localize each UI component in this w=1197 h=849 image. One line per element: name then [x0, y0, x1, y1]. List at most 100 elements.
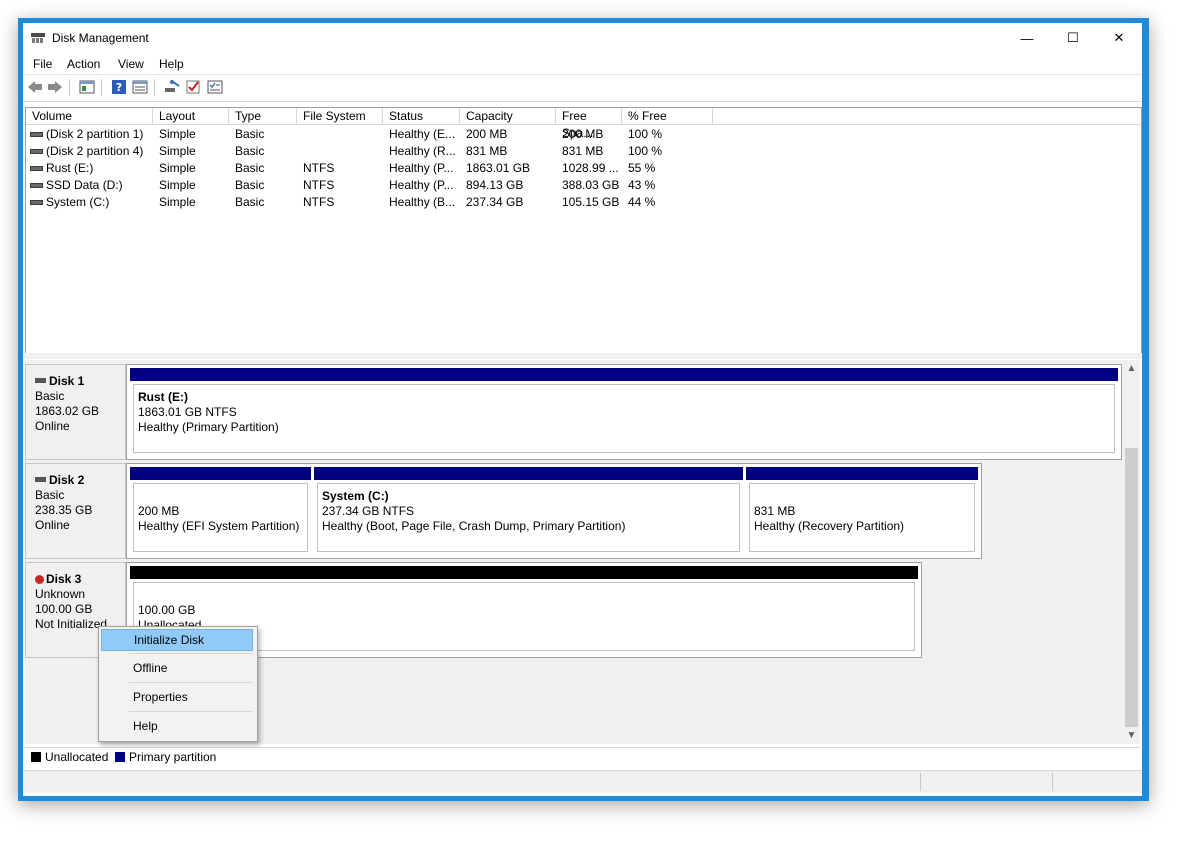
close-button[interactable]: ✕ — [1096, 23, 1142, 53]
cell-volume: Rust (E:) — [46, 161, 94, 175]
menu-item-initialize-disk[interactable]: Initialize Disk — [101, 629, 253, 651]
menu-separator — [129, 711, 253, 712]
cell-status: Healthy (P... — [389, 178, 454, 192]
menu-action[interactable]: Action — [67, 57, 100, 71]
cell-volume: SSD Data (D:) — [46, 178, 123, 192]
cell-status: Healthy (E... — [389, 127, 456, 141]
toolbar-separator — [69, 79, 70, 96]
unallocated-bar — [130, 566, 918, 579]
pane-splitter[interactable] — [23, 353, 1142, 359]
window-title: Disk Management — [52, 31, 149, 45]
disk-2-label[interactable]: Disk 2 Basic 238.35 GB Online — [25, 463, 126, 559]
status-bar — [23, 770, 1142, 793]
svg-text:?: ? — [116, 81, 122, 94]
cell-capacity: 200 MB — [466, 127, 508, 141]
cell-free-space: 831 MB — [562, 144, 604, 158]
disk-type: Unknown — [35, 587, 86, 601]
volume-icon — [30, 200, 43, 205]
partition-size: 831 MB — [754, 504, 796, 518]
back-arrow-icon[interactable] — [27, 79, 43, 95]
cell-layout: Simple — [159, 178, 196, 192]
list-settings-icon[interactable] — [207, 79, 223, 95]
check-icon[interactable] — [185, 79, 201, 95]
volume-list[interactable]: Volume Layout Type File System Status Ca… — [25, 107, 1142, 354]
partition-size: 237.34 GB NTFS — [322, 504, 415, 518]
context-menu: Initialize Disk Offline Properties Help — [98, 626, 258, 742]
error-icon — [35, 575, 44, 584]
disk-state: Online — [35, 518, 70, 532]
primary-partition-bar — [130, 368, 1118, 381]
cell-free-space: 105.15 GB — [562, 195, 620, 209]
scroll-thumb[interactable] — [1125, 448, 1138, 727]
table-row[interactable]: System (C:) Simple Basic NTFS Healthy (B… — [26, 194, 1141, 211]
legend-bar: Unallocated Primary partition — [25, 747, 1140, 767]
column-header-type[interactable]: Type — [229, 108, 297, 125]
toolbar: ? — [23, 74, 1142, 102]
vertical-scrollbar[interactable]: ▲ ▼ — [1123, 360, 1140, 744]
partition-size: 100.00 GB — [138, 603, 196, 617]
menu-item-offline[interactable]: Offline — [101, 657, 253, 679]
partition-efi[interactable]: 200 MB Healthy (EFI System Partition) — [130, 467, 311, 555]
column-header-free-space[interactable]: Free Spa... — [556, 108, 622, 140]
menu-view[interactable]: View — [118, 57, 144, 71]
column-header-layout[interactable]: Layout — [153, 108, 229, 125]
disk-state: Online — [35, 419, 70, 433]
menu-help[interactable]: Help — [159, 57, 184, 71]
column-header-volume[interactable]: Volume — [26, 108, 153, 125]
partition-body: 831 MB Healthy (Recovery Partition) — [749, 483, 975, 552]
rescan-disks-icon[interactable] — [164, 79, 180, 95]
column-header-file-system[interactable]: File System — [297, 108, 383, 125]
cell-percent-free: 55 % — [628, 161, 656, 175]
title-bar[interactable]: Disk Management — ☐ ✕ — [23, 23, 1142, 53]
cell-capacity: 237.34 GB — [466, 195, 524, 209]
forward-arrow-icon[interactable] — [47, 79, 63, 95]
menu-file[interactable]: File — [33, 57, 52, 71]
partition-recovery[interactable]: 831 MB Healthy (Recovery Partition) — [746, 467, 978, 555]
table-row[interactable]: SSD Data (D:) Simple Basic NTFS Healthy … — [26, 177, 1141, 194]
menu-item-help[interactable]: Help — [101, 715, 253, 737]
scroll-down-icon[interactable]: ▼ — [1123, 727, 1140, 744]
cell-percent-free: 43 % — [628, 178, 656, 192]
minimize-icon: — — [1020, 30, 1034, 46]
maximize-button[interactable]: ☐ — [1050, 23, 1096, 53]
partition-rust-e[interactable]: Rust (E:) 1863.01 GB NTFS Healthy (Prima… — [130, 368, 1118, 456]
table-row[interactable]: Rust (E:) Simple Basic NTFS Healthy (P..… — [26, 160, 1141, 177]
cell-layout: Simple — [159, 127, 196, 141]
partition-status: Healthy (Recovery Partition) — [754, 519, 905, 533]
cell-free-space: 388.03 GB — [562, 178, 620, 192]
help-icon[interactable]: ? — [111, 79, 127, 95]
cell-layout: Simple — [159, 195, 196, 209]
disk-size: 100.00 GB — [35, 602, 93, 616]
minimize-button[interactable]: — — [1004, 23, 1050, 53]
partition-status: Healthy (EFI System Partition) — [138, 519, 300, 533]
partition-system-c[interactable]: System (C:) 237.34 GB NTFS Healthy (Boot… — [314, 467, 743, 555]
maximize-icon: ☐ — [1067, 30, 1079, 45]
column-header-capacity[interactable]: Capacity — [460, 108, 556, 125]
disk-management-app-icon — [31, 33, 45, 43]
cell-capacity: 831 MB — [466, 144, 508, 158]
unallocated-swatch — [31, 752, 41, 762]
scroll-up-icon[interactable]: ▲ — [1123, 360, 1140, 377]
console-tree-icon[interactable] — [79, 79, 95, 95]
properties-list-icon[interactable] — [132, 79, 148, 95]
volume-icon — [30, 166, 43, 171]
volume-icon — [30, 132, 43, 137]
disk-name: Disk 1 — [49, 374, 85, 388]
table-row[interactable]: (Disk 2 partition 1) Simple Basic Health… — [26, 126, 1141, 143]
cell-status: Healthy (R... — [389, 144, 456, 158]
partition-size: 1863.01 GB NTFS — [138, 405, 237, 419]
cell-percent-free: 44 % — [628, 195, 656, 209]
legend-primary: Primary partition — [129, 750, 217, 764]
disk-2-map: 200 MB Healthy (EFI System Partition) Sy… — [126, 463, 982, 559]
column-header-percent-free[interactable]: % Free — [622, 108, 713, 125]
cell-percent-free: 100 % — [628, 127, 663, 141]
toolbar-separator — [101, 79, 102, 96]
disk-1-label[interactable]: Disk 1 Basic 1863.02 GB Online — [25, 364, 126, 460]
volume-icon — [30, 149, 43, 154]
column-header-status[interactable]: Status — [383, 108, 460, 125]
cell-capacity: 1863.01 GB — [466, 161, 531, 175]
table-row[interactable]: (Disk 2 partition 4) Simple Basic Health… — [26, 143, 1141, 160]
disk-type: Basic — [35, 389, 65, 403]
menu-item-properties[interactable]: Properties — [101, 686, 253, 708]
disk-type: Basic — [35, 488, 65, 502]
